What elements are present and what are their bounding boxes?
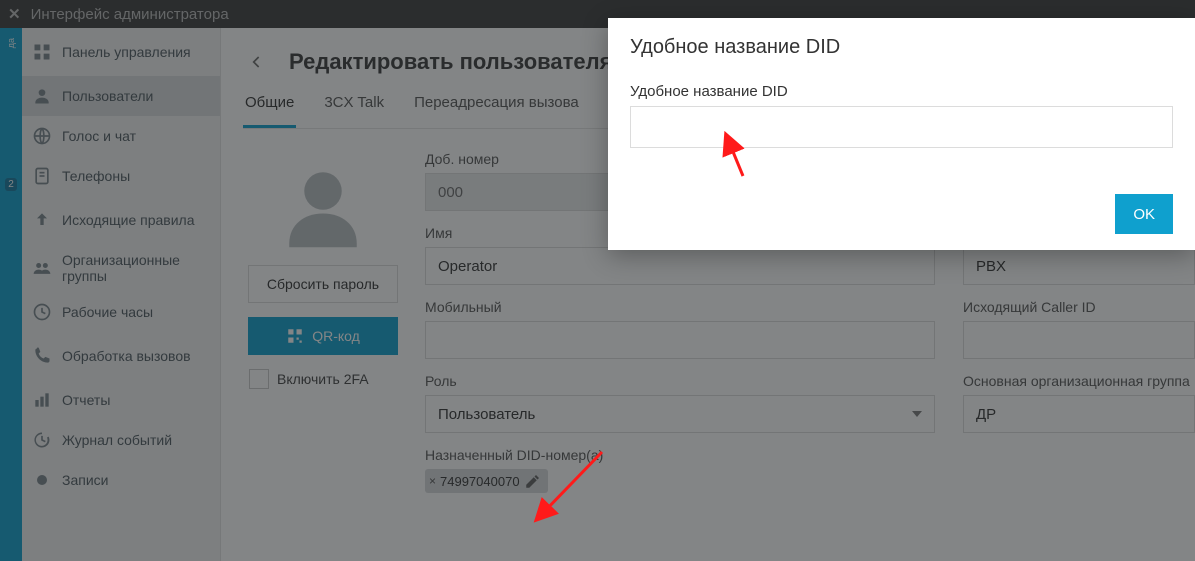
modal-title: Удобное название DID <box>630 36 1173 59</box>
did-friendly-name-input[interactable] <box>630 106 1173 148</box>
ok-button[interactable]: OK <box>1115 194 1173 234</box>
modal-field-label: Удобное название DID <box>630 83 1173 100</box>
button-label: OK <box>1133 206 1155 223</box>
did-friendly-name-modal: Удобное название DID Удобное название DI… <box>608 18 1195 250</box>
